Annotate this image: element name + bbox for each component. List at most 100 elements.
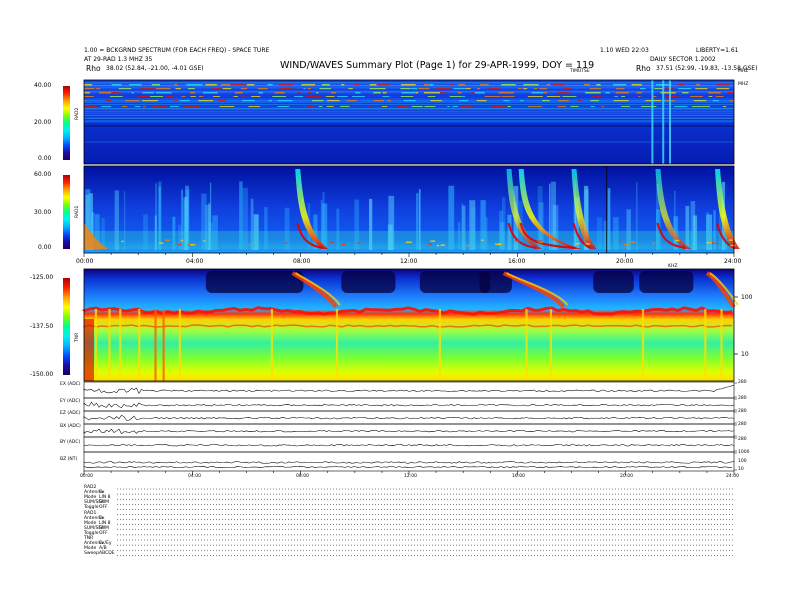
line-panel-frame <box>83 397 735 412</box>
rad2-band-segment <box>584 84 590 86</box>
rad2-band-segment <box>489 88 500 90</box>
rad2-band-segment <box>84 84 93 86</box>
rad2-band-segment <box>277 106 290 107</box>
line-series <box>83 414 735 421</box>
rad2-band-segment <box>546 84 550 86</box>
rad2-band-segment <box>142 100 158 102</box>
rad2-band-segment <box>137 96 150 97</box>
rad2-band-segment <box>590 106 595 107</box>
rad2-band-segment <box>340 106 350 107</box>
tnr-dark-patch <box>639 271 694 293</box>
rad2-band-segment <box>220 84 231 86</box>
rad2-band-segment <box>326 106 334 107</box>
rad1-speck <box>464 244 469 247</box>
rad1-speck <box>481 239 484 241</box>
rad2-band-segment <box>203 92 218 94</box>
rad2-band-segment <box>307 106 315 107</box>
rad2-band-segment <box>274 92 285 94</box>
info-table-value: OFF <box>99 505 108 511</box>
rad2-band-segment <box>491 106 507 107</box>
rad2-band-segment <box>557 92 570 94</box>
rad2-band-segment <box>279 88 291 90</box>
tnr-dark-patch <box>341 271 396 293</box>
rad2-band-segment <box>543 92 547 94</box>
rad2-band <box>84 98 734 100</box>
rad2-band-segment <box>641 106 657 107</box>
rad2-band-segment <box>198 96 204 97</box>
rad2-band-segment <box>592 96 602 97</box>
rad1-speck <box>121 240 124 243</box>
rad2-band <box>84 101 734 103</box>
rad1-speck <box>631 241 635 243</box>
rad2-band-segment <box>318 106 323 107</box>
rad2-band-segment <box>308 92 312 94</box>
rad2-band-segment <box>134 106 141 107</box>
rad2-band-segment <box>401 84 416 86</box>
rad1-speck <box>675 239 680 242</box>
tnr-left-edge <box>84 319 94 381</box>
rad2-band-segment <box>316 92 319 94</box>
rad2-band-segment <box>122 106 128 107</box>
rad1-speck <box>159 242 164 244</box>
rad2-band-segment <box>297 92 301 94</box>
rad2-band-segment <box>143 106 146 107</box>
rad2-band-segment <box>690 96 703 97</box>
rad2-band-segment <box>319 88 331 90</box>
rad2-band-segment <box>546 96 561 97</box>
rad2-band-segment <box>278 84 294 86</box>
rad1-speck <box>249 244 252 246</box>
rad2-band-segment <box>241 96 245 97</box>
rad2-band-segment <box>341 84 345 86</box>
rad2-band-segment <box>590 100 599 102</box>
rad2-band-segment <box>169 106 179 107</box>
tnr-spike <box>704 309 707 381</box>
rad2-band-segment <box>621 106 630 107</box>
rad2-band-segment <box>507 106 511 107</box>
rad2-band-segment <box>460 106 473 107</box>
rad2-band-segment <box>84 96 94 97</box>
rad2-band-segment <box>348 88 353 90</box>
rad2-band-segment <box>531 92 543 94</box>
line-series <box>83 444 735 447</box>
rad2-band-segment <box>267 84 273 86</box>
rad2-band-segment <box>213 96 220 97</box>
rad2-band-segment <box>701 106 710 107</box>
rad2-band-segment <box>570 106 579 107</box>
tnr-dark-patch <box>593 271 634 293</box>
tnr-spike <box>138 309 141 381</box>
summary-plot <box>82 79 740 556</box>
rad2-band-segment <box>429 84 434 86</box>
rad2-band-segment <box>613 100 629 102</box>
line-series-secondary <box>83 465 733 468</box>
rad1-speck <box>538 241 543 244</box>
rad2-band-segment <box>382 92 387 94</box>
rad2-band-segment <box>235 92 243 94</box>
rad2-band-segment <box>614 96 618 97</box>
rad2-band-segment <box>211 88 222 90</box>
rad2-band-segment <box>110 96 123 97</box>
rad1-speck <box>652 242 655 245</box>
rad2-band-segment <box>447 106 450 107</box>
rad2-band-segment <box>222 88 232 90</box>
rad2-band <box>84 82 734 84</box>
rad2-band-segment <box>423 84 429 86</box>
rad2-band-segment <box>423 92 440 94</box>
rad2-band-segment <box>258 92 264 94</box>
info-table-value: OFF <box>99 530 108 536</box>
rad2-band-segment <box>84 88 95 90</box>
rad2-band-segment <box>240 88 248 90</box>
rad1-speck <box>585 243 591 245</box>
rad2-band-segment <box>470 92 475 94</box>
rad2-band-segment <box>381 106 388 107</box>
rad2-band-segment <box>277 100 293 102</box>
rad2-band-segment <box>307 88 311 90</box>
rad2-band-segment <box>440 92 446 94</box>
rad2-band <box>84 120 734 122</box>
rad2-band-segment <box>190 92 196 94</box>
tnr-spike <box>335 309 339 381</box>
rad2-band-segment <box>727 92 734 94</box>
rad2-burst <box>662 80 665 164</box>
rad2-band-segment <box>272 96 287 97</box>
rad2-band-segment <box>458 84 466 86</box>
rad2-band-segment <box>401 92 416 94</box>
